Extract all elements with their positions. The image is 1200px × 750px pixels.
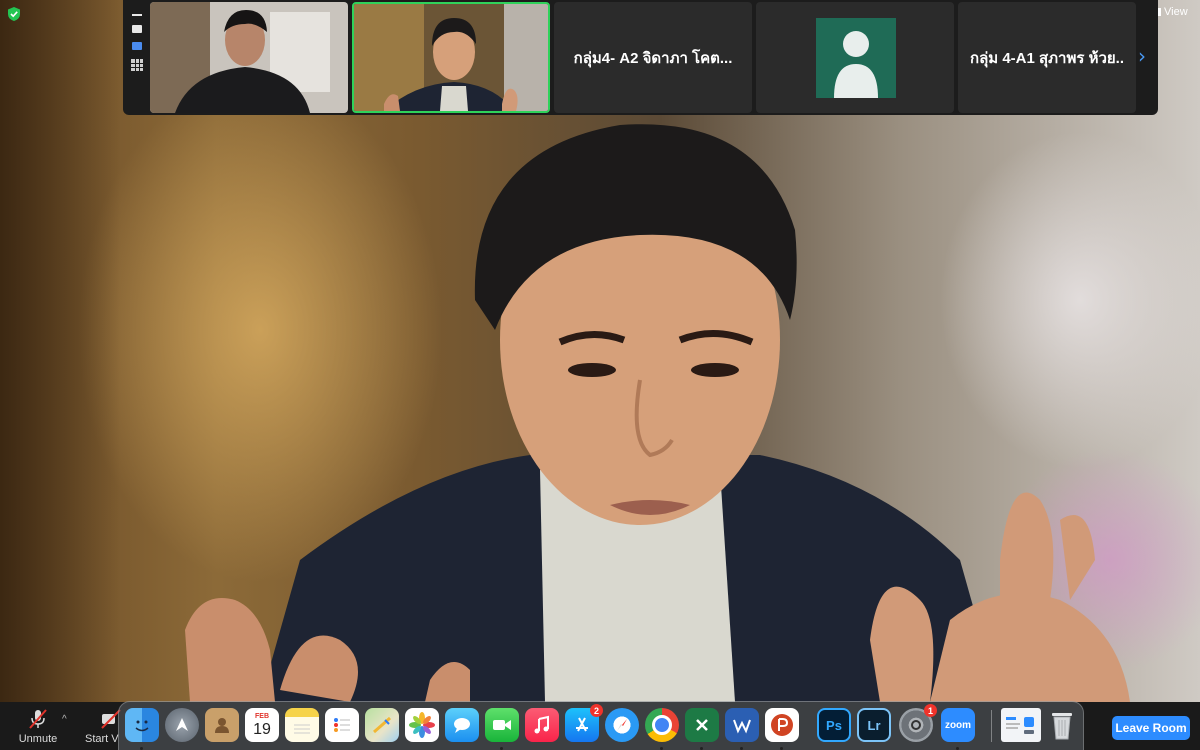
view-button[interactable]: View bbox=[1158, 6, 1188, 18]
macos-dock: FEB 19 2 Ps Lr 1 zoom bbox=[118, 701, 1084, 750]
encryption-shield-icon[interactable] bbox=[7, 7, 21, 21]
participant-tile-5[interactable]: กลุ่ม 4-A1 สุภาพร ห้วย.. bbox=[958, 2, 1136, 113]
participant-tile-3[interactable]: กลุ่ม4- A2 จิดาภา โคต... bbox=[554, 2, 752, 113]
app-store-badge: 2 bbox=[590, 704, 603, 717]
chevron-right-icon[interactable]: › bbox=[1138, 44, 1146, 68]
notes-icon[interactable] bbox=[285, 708, 319, 742]
person-silhouette-icon bbox=[834, 31, 878, 98]
start-video-button[interactable]: Start V bbox=[82, 702, 122, 750]
audio-options-caret-icon[interactable]: ^ bbox=[62, 714, 67, 725]
system-preferences-icon[interactable]: 1 bbox=[899, 704, 937, 742]
safari-icon[interactable] bbox=[605, 708, 639, 742]
lightroom-label: Lr bbox=[867, 717, 881, 733]
preview-window-thumbnail[interactable] bbox=[1001, 708, 1041, 742]
filmstrip-view-icon[interactable] bbox=[132, 42, 142, 50]
photos-icon[interactable] bbox=[405, 708, 439, 742]
muted-microphone-icon bbox=[29, 709, 47, 729]
calendar-icon[interactable]: FEB 19 bbox=[245, 708, 279, 742]
contacts-icon[interactable] bbox=[205, 708, 239, 742]
word-icon[interactable] bbox=[725, 708, 759, 742]
speaker-view-icon[interactable] bbox=[132, 25, 142, 33]
participant-video bbox=[354, 4, 548, 111]
lightroom-icon[interactable]: Lr bbox=[857, 708, 891, 742]
participant-tile-4[interactable] bbox=[756, 2, 954, 113]
maps-icon[interactable] bbox=[365, 708, 399, 742]
participant-tile-2-active-speaker[interactable] bbox=[352, 2, 550, 113]
powerpoint-icon[interactable] bbox=[765, 708, 799, 742]
participant-filmstrip: กลุ่ม4- A2 จิดาภา โคต... กลุ่ม 4-A1 สุภา… bbox=[123, 0, 1158, 115]
launchpad-icon[interactable] bbox=[165, 708, 199, 742]
messages-icon[interactable] bbox=[445, 708, 479, 742]
unmute-label: Unmute bbox=[18, 733, 58, 745]
unmute-button[interactable]: Unmute bbox=[14, 702, 62, 750]
trash-icon[interactable] bbox=[1045, 708, 1079, 742]
chrome-icon[interactable] bbox=[645, 708, 679, 742]
app-store-icon[interactable]: 2 bbox=[565, 704, 603, 742]
leave-room-button[interactable]: Leave Room bbox=[1112, 716, 1190, 740]
view-grid-icon bbox=[1158, 8, 1161, 16]
excel-icon[interactable] bbox=[685, 708, 719, 742]
video-layout-switcher[interactable] bbox=[129, 14, 145, 71]
system-preferences-badge: 1 bbox=[924, 704, 937, 717]
zoom-app-label: zoom bbox=[944, 719, 972, 731]
dock-separator bbox=[991, 710, 992, 742]
photoshop-label: Ps bbox=[826, 717, 842, 733]
reminders-icon[interactable] bbox=[325, 708, 359, 742]
participant-name: กลุ่ม 4-A1 สุภาพร ห้วย.. bbox=[969, 49, 1125, 67]
zoom-app-icon[interactable]: zoom bbox=[941, 708, 975, 742]
photoshop-icon[interactable]: Ps bbox=[817, 708, 851, 742]
participant-tile-1[interactable] bbox=[150, 2, 348, 113]
chrome-center bbox=[652, 715, 672, 735]
hide-filmstrip-icon[interactable] bbox=[132, 14, 142, 16]
calendar-day: 19 bbox=[253, 720, 271, 738]
gallery-view-icon[interactable] bbox=[131, 59, 143, 71]
facetime-icon[interactable] bbox=[485, 708, 519, 742]
start-video-label: Start V bbox=[85, 733, 119, 745]
participant-name: กลุ่ม4- A2 จิดาภา โคต... bbox=[573, 49, 733, 67]
avatar bbox=[816, 18, 896, 98]
finder-icon[interactable] bbox=[125, 708, 159, 742]
music-icon[interactable] bbox=[525, 708, 559, 742]
participant-video bbox=[150, 2, 348, 113]
view-label: View bbox=[1164, 6, 1188, 18]
calendar-month: FEB bbox=[255, 712, 269, 720]
